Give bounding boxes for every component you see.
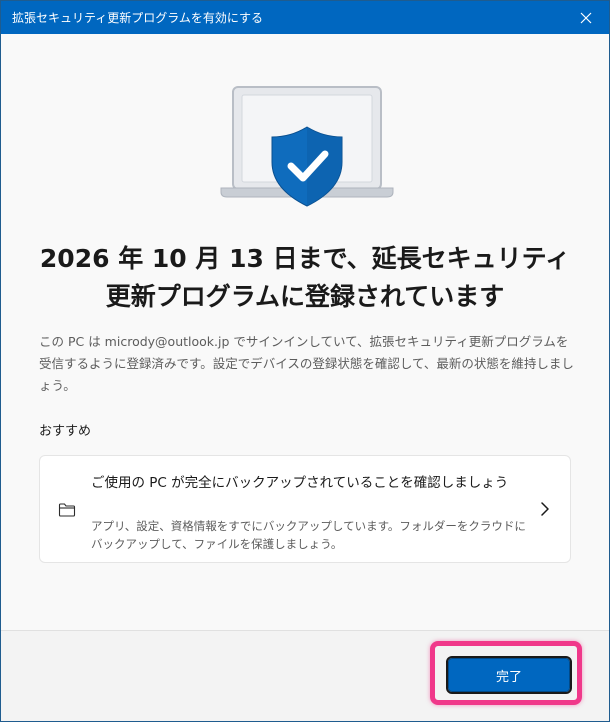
done-button[interactable]: 完了 [446,656,572,694]
chevron-right-icon [541,502,549,516]
folder-icon [58,503,76,517]
window-title: 拡張セキュリティ更新プログラムを有効にする [12,11,264,25]
close-icon [580,12,592,23]
dialog-window: 拡張セキュリティ更新プログラムを有効にする 2026 年 10 月 13 日まで… [0,0,610,722]
hero-illustration [220,86,394,207]
dialog-content: 2026 年 10 月 13 日まで、延長セキュリティ更新プログラムに登録されて… [1,34,609,630]
close-button[interactable] [563,1,609,34]
recommendation-title: ご使用の PC が完全にバックアップされていることを確認しましょう [91,475,509,491]
title-bar: 拡張セキュリティ更新プログラムを有効にする [1,1,609,34]
dialog-footer: 完了 [1,630,609,721]
page-title: 2026 年 10 月 13 日まで、延長セキュリティ更新プログラムに登録されて… [39,244,571,311]
recommendation-description: アプリ、設定、資格情報をすでにバックアップしています。フォルダーをクラウドにバッ… [91,519,526,551]
section-label: おすすめ [39,424,92,439]
enrollment-description: この PC は micrody@outlook.jp でサインインしていて、拡張… [39,334,574,393]
backup-recommendation-card[interactable]: ご使用の PC が完全にバックアップされていることを確認しましょう アプリ、設定… [39,455,571,563]
